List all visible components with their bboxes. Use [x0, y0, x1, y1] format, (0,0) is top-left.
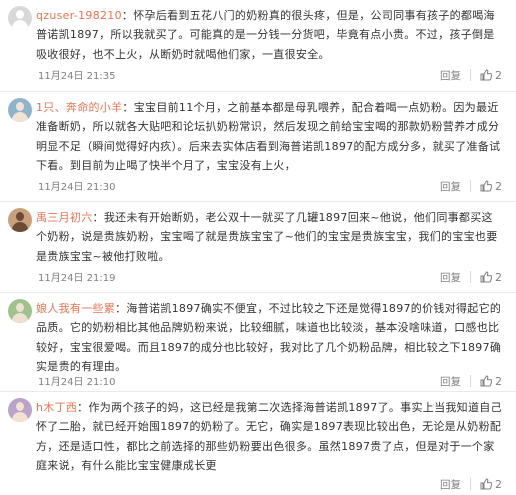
- comment-username[interactable]: qzuser-198210: [36, 9, 122, 22]
- comment-username[interactable]: 1只、奔命的小羊: [36, 101, 122, 114]
- action-divider: [470, 375, 471, 387]
- like-count: 2: [495, 477, 502, 491]
- comment-item: 禹三月初六：我还未有开始断奶，老公双十一就买了几罐1897回来~他说，他们同事都…: [0, 202, 516, 293]
- comment-item: 1只、奔命的小羊：宝宝目前11个月，之前基本都是母乳喂养，配合着喝一点奶粉。因为…: [0, 92, 516, 202]
- comment-actions: 回复 2: [440, 373, 502, 389]
- comment-date: 11月24日 21:35: [38, 71, 116, 82]
- thumbs-up-icon: [480, 375, 492, 387]
- comment-date: 11月24日 21:30: [38, 182, 116, 193]
- comment-separator: ：: [92, 211, 104, 224]
- thumbs-up-icon: [480, 180, 492, 192]
- reply-button[interactable]: 回复: [440, 477, 461, 492]
- thumbs-up-icon: [480, 478, 492, 490]
- comment-text-block: qzuser-198210：怀孕后看到五花八门的奶粉真的很头疼，但是，公司同事有…: [36, 6, 502, 64]
- comment-separator: ：: [77, 401, 89, 414]
- reply-button[interactable]: 回复: [440, 68, 461, 83]
- comment-meta: 11月24日 21:35 回复 2: [38, 67, 502, 83]
- avatar[interactable]: [8, 398, 32, 422]
- comment-item: 娘人我有一些累：海普诺凯1897确实不便宜，不过比较之下还是觉得1897的价钱对…: [0, 293, 516, 392]
- comment-separator: ：: [115, 302, 127, 315]
- like-button[interactable]: 2: [480, 180, 502, 193]
- like-button[interactable]: 2: [480, 478, 502, 491]
- comment-username[interactable]: 禹三月初六: [36, 211, 93, 224]
- like-button[interactable]: 2: [480, 271, 502, 284]
- comment-actions: 回复 2: [440, 67, 502, 83]
- thumbs-up-icon: [480, 69, 492, 81]
- comment-date: 11月24日 21:10: [38, 377, 116, 388]
- like-button[interactable]: 2: [480, 69, 502, 82]
- reply-button[interactable]: 回复: [440, 179, 461, 194]
- action-divider: [470, 180, 471, 192]
- like-count: 2: [495, 270, 502, 284]
- comment-username[interactable]: 娘人我有一些累: [36, 302, 115, 315]
- comment-text-block: 娘人我有一些累：海普诺凯1897确实不便宜，不过比较之下还是觉得1897的价钱对…: [36, 299, 502, 377]
- comment-meta: 11月24日 21:19 回复 2: [38, 269, 502, 285]
- avatar[interactable]: [8, 6, 32, 30]
- comment-actions: 回复 2: [440, 476, 502, 492]
- comment-separator: ：: [122, 101, 134, 114]
- comment-list: qzuser-198210：怀孕后看到五花八门的奶粉真的很头疼，但是，公司同事有…: [0, 0, 516, 495]
- avatar[interactable]: [8, 98, 32, 122]
- like-count: 2: [495, 179, 502, 193]
- action-divider: [470, 271, 471, 283]
- comment-date: 11月24日 21:19: [38, 273, 116, 284]
- avatar[interactable]: [8, 299, 32, 323]
- thumbs-up-icon: [480, 271, 492, 283]
- action-divider: [470, 478, 471, 490]
- like-count: 2: [495, 374, 502, 388]
- avatar[interactable]: [8, 208, 32, 232]
- like-count: 2: [495, 68, 502, 82]
- comment-actions: 回复 2: [440, 178, 502, 194]
- like-button[interactable]: 2: [480, 375, 502, 388]
- comment-body: 作为两个孩子的妈，这已经是我第二次选择海普诺凯1897了。事实上当我知道自己怀了…: [36, 401, 502, 473]
- comment-text-block: 禹三月初六：我还未有开始断奶，老公双十一就买了几罐1897回来~他说，他们同事都…: [36, 208, 502, 266]
- comment-text-block: 1只、奔命的小羊：宝宝目前11个月，之前基本都是母乳喂养，配合着喝一点奶粉。因为…: [36, 98, 502, 176]
- comment-actions: 回复 2: [440, 269, 502, 285]
- comment-item: qzuser-198210：怀孕后看到五花八门的奶粉真的很头疼，但是，公司同事有…: [0, 0, 516, 92]
- comment-text-block: h木丁西：作为两个孩子的妈，这已经是我第二次选择海普诺凯1897了。事实上当我知…: [36, 398, 502, 476]
- action-divider: [470, 69, 471, 81]
- reply-button[interactable]: 回复: [440, 270, 461, 285]
- comment-meta: 回复 2: [38, 476, 502, 492]
- comment-item: h木丁西：作为两个孩子的妈，这已经是我第二次选择海普诺凯1897了。事实上当我知…: [0, 392, 516, 495]
- comment-separator: ：: [121, 9, 134, 22]
- reply-button[interactable]: 回复: [440, 374, 461, 389]
- comment-username[interactable]: h木丁西: [36, 401, 77, 414]
- comment-meta: 11月24日 21:10 回复 2: [38, 373, 502, 389]
- comment-body: 我还未有开始断奶，老公双十一就买了几罐1897回来~他说，他们同事都买这个奶粉，…: [36, 211, 498, 263]
- comment-meta: 11月24日 21:30 回复 2: [38, 178, 502, 194]
